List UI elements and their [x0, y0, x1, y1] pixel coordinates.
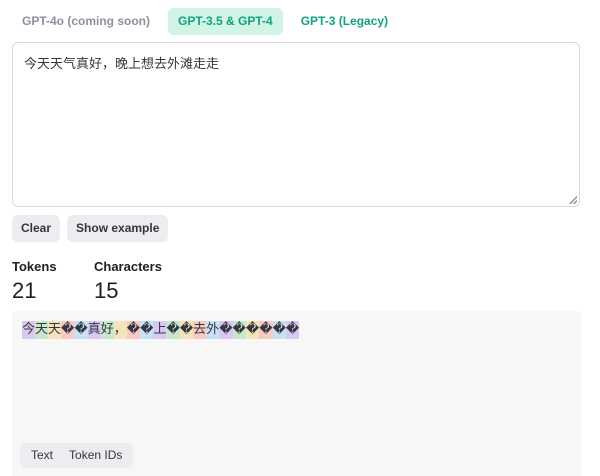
text-input[interactable]: 今天天气真好，晚上想去外滩走走	[12, 42, 580, 207]
show-example-button[interactable]: Show example	[67, 215, 169, 242]
token[interactable]: �	[272, 321, 286, 339]
token[interactable]: �	[166, 321, 180, 339]
view-text-button[interactable]: Text	[23, 443, 61, 468]
model-tabs: GPT-4o (coming soon) GPT-3.5 & GPT-4 GPT…	[12, 8, 398, 35]
view-toggle: Text Token IDs	[20, 443, 134, 468]
token[interactable]: �	[245, 321, 260, 339]
characters-stat: Characters 15	[94, 259, 162, 304]
token[interactable]: 今	[22, 321, 36, 339]
token[interactable]: �	[61, 321, 75, 339]
token[interactable]: �	[232, 321, 246, 339]
tab-gpt-3-5-gpt-4[interactable]: GPT-3.5 & GPT-4	[168, 8, 283, 35]
token[interactable]: �	[126, 321, 141, 339]
token[interactable]: 天	[48, 321, 62, 339]
tokens-count: 21	[12, 278, 37, 303]
clear-button[interactable]: Clear	[12, 215, 61, 242]
tokens-stat: Tokens 21	[12, 259, 57, 304]
token[interactable]: 外	[206, 321, 220, 339]
resize-handle-icon[interactable]	[569, 196, 577, 204]
token[interactable]: 好	[100, 321, 114, 339]
token[interactable]: �	[259, 321, 273, 339]
token[interactable]: 去	[193, 321, 207, 339]
token[interactable]: 天	[35, 321, 49, 339]
token[interactable]: �	[74, 321, 88, 339]
token[interactable]: �	[140, 321, 154, 339]
token[interactable]: �	[219, 321, 233, 339]
text-input-value: 今天天气真好，晚上想去外滩走走	[24, 57, 220, 72]
view-token-ids-button[interactable]: Token IDs	[61, 443, 130, 468]
token[interactable]: �	[285, 321, 300, 339]
token[interactable]: ，	[113, 321, 127, 339]
token-output-panel: 今天天 � � 真好， � � 上 � � 去外 � � � � � � Text Token IDs	[12, 311, 582, 476]
token-list: 今天天 � � 真好， � � 上 � � 去外 � � � � � �	[22, 321, 300, 339]
tokens-label: Tokens	[12, 259, 57, 274]
tab-gpt-4o[interactable]: GPT-4o (coming soon)	[12, 8, 160, 35]
action-buttons: Clear Show example	[12, 215, 169, 242]
token[interactable]: 真	[87, 321, 101, 339]
characters-count: 15	[94, 278, 119, 303]
token[interactable]: �	[179, 321, 194, 339]
characters-label: Characters	[94, 259, 162, 274]
tab-gpt-3-legacy[interactable]: GPT-3 (Legacy)	[291, 8, 398, 35]
token[interactable]: 上	[153, 321, 167, 339]
